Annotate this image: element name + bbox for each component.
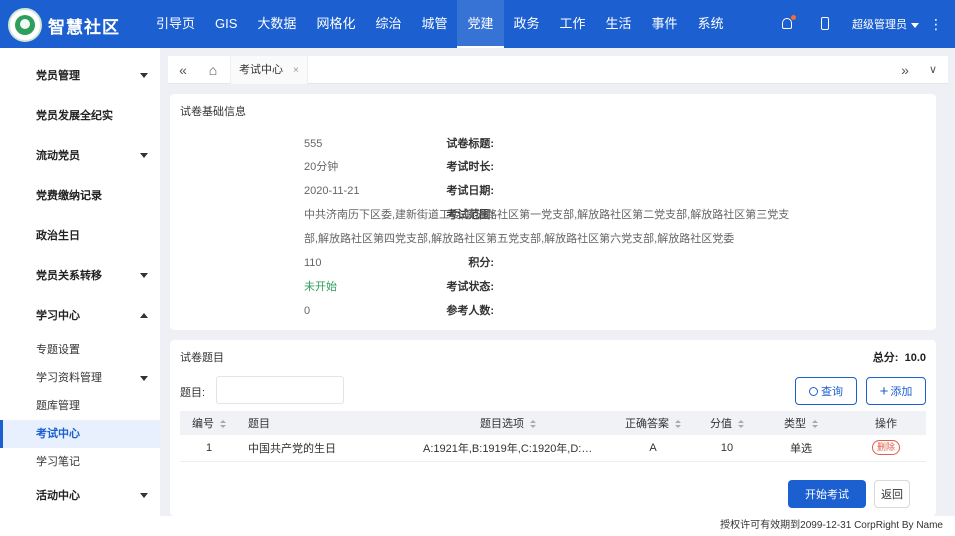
col-type[interactable]: 类型 bbox=[756, 411, 846, 435]
nav-government[interactable]: 政务 bbox=[504, 0, 550, 48]
search-label: 题目: bbox=[180, 387, 206, 399]
more-vertical-icon[interactable]: ⋮ bbox=[927, 16, 945, 33]
mobile-icon[interactable] bbox=[814, 13, 836, 35]
question-search-input[interactable] bbox=[216, 376, 344, 404]
double-chevron-left-icon[interactable]: « bbox=[172, 56, 194, 84]
chevron-down-icon bbox=[140, 493, 148, 498]
sidebar-item-political-birthday[interactable]: 政治生日 bbox=[0, 216, 160, 256]
home-icon[interactable]: ⌂ bbox=[202, 56, 224, 84]
sidebar-item-exam-center[interactable]: 考试中心 bbox=[0, 420, 160, 448]
sort-icon bbox=[220, 419, 226, 429]
sort-icon bbox=[812, 419, 818, 429]
sidebar-item-learning-center[interactable]: 学习中心 bbox=[0, 296, 160, 336]
main-nav: 引导页 GIS 大数据 网格化 综治 城管 党建 政务 工作 生活 事件 系统 bbox=[146, 0, 734, 48]
sidebar: 党员管理 党员发展全纪实 流动党员 党费缴纳记录 政治生日 党员关系转移 学习中… bbox=[0, 48, 160, 536]
sort-icon bbox=[675, 419, 681, 429]
cell-options: A:1921年,B:1919年,C:1920年,D:1922年 bbox=[408, 435, 608, 462]
chevron-down-icon bbox=[140, 153, 148, 158]
sort-icon bbox=[530, 419, 536, 429]
status-badge: 未开始 bbox=[304, 281, 337, 293]
col-number[interactable]: 编号 bbox=[180, 411, 238, 435]
sidebar-item-member-development[interactable]: 党员发展全纪实 bbox=[0, 96, 160, 136]
close-icon[interactable]: × bbox=[293, 65, 299, 76]
search-icon bbox=[809, 386, 818, 396]
tab-exam-center[interactable]: 考试中心 × bbox=[230, 56, 308, 84]
cell-answer: A bbox=[608, 435, 698, 462]
cell-type: 单选 bbox=[756, 435, 846, 462]
table-row: 1 中国共产党的生日 A:1921年,B:1919年,C:1920年,D:192… bbox=[180, 435, 926, 462]
nav-urban-management[interactable]: 城管 bbox=[411, 0, 457, 48]
tab-bar: « ⌂ 考试中心 × » ∨ bbox=[168, 56, 948, 84]
cell-actions: 删除 bbox=[846, 435, 926, 462]
col-options[interactable]: 题目选项 bbox=[408, 411, 608, 435]
sort-icon bbox=[738, 419, 744, 429]
nav-events[interactable]: 事件 bbox=[642, 0, 688, 48]
cell-score: 10 bbox=[698, 435, 756, 462]
nav-gis[interactable]: GIS bbox=[205, 0, 247, 48]
cell-question: 中国共产党的生日 bbox=[238, 435, 408, 462]
sidebar-item-member-management[interactable]: 党员管理 bbox=[0, 56, 160, 96]
col-score[interactable]: 分值 bbox=[698, 411, 756, 435]
user-menu[interactable]: 超级管理员 bbox=[852, 16, 919, 32]
table-header-row: 编号 题目 题目选项 正确答案 分值 类型 操作 bbox=[180, 411, 926, 435]
user-name: 超级管理员 bbox=[852, 19, 907, 31]
chevron-down-icon bbox=[140, 376, 148, 381]
plus-icon: + bbox=[879, 382, 889, 400]
exam-questions-card: 试卷题目 总分: 10.0 题目: 查询 + 添加 编号 题目 题目选项 正确答案… bbox=[170, 340, 936, 516]
sidebar-item-question-bank[interactable]: 题库管理 bbox=[0, 392, 160, 420]
col-question: 题目 bbox=[238, 411, 408, 435]
nav-party-building[interactable]: 党建 bbox=[457, 0, 504, 48]
brand-title: 智慧社区 bbox=[48, 18, 120, 37]
sidebar-item-study-notes[interactable]: 学习笔记 bbox=[0, 448, 160, 476]
logo-icon bbox=[8, 8, 42, 42]
chevron-down-icon bbox=[140, 73, 148, 78]
delete-button[interactable]: 删除 bbox=[871, 440, 900, 456]
top-right-tools: 超级管理员 ⋮ bbox=[768, 0, 955, 48]
sidebar-item-relation-transfer[interactable]: 党员关系转移 bbox=[0, 256, 160, 296]
total-score: 总分: 10.0 bbox=[872, 352, 926, 364]
nav-comprehensive[interactable]: 综治 bbox=[365, 0, 411, 48]
nav-grid[interactable]: 网格化 bbox=[306, 0, 365, 48]
double-chevron-right-icon[interactable]: » bbox=[894, 56, 916, 84]
sidebar-item-activity-center[interactable]: 活动中心 bbox=[0, 476, 160, 516]
col-actions: 操作 bbox=[846, 411, 926, 435]
footer-license: 授权许可有效期到2099-12-31 CorpRight By Name bbox=[160, 516, 955, 536]
col-answer[interactable]: 正确答案 bbox=[608, 411, 698, 435]
sidebar-item-topic-settings[interactable]: 专题设置 bbox=[0, 336, 160, 364]
nav-system[interactable]: 系统 bbox=[688, 0, 734, 48]
questions-table: 编号 题目 题目选项 正确答案 分值 类型 操作 1 中国共产党的生日 A:19… bbox=[180, 411, 926, 462]
nav-life[interactable]: 生活 bbox=[596, 0, 642, 48]
chevron-down-icon[interactable]: ∨ bbox=[922, 56, 944, 84]
questions-title: 试卷题目 bbox=[180, 352, 224, 364]
nav-work[interactable]: 工作 bbox=[550, 0, 596, 48]
sidebar-item-learning-materials[interactable]: 学习资料管理 bbox=[0, 364, 160, 392]
add-button[interactable]: + 添加 bbox=[866, 377, 926, 405]
nav-guide[interactable]: 引导页 bbox=[146, 0, 205, 48]
chevron-up-icon bbox=[140, 313, 148, 318]
start-exam-button[interactable]: 开始考试 bbox=[788, 480, 866, 508]
exam-info-card: 试卷基础信息 试卷标题: 555 考试时长: 20分钟 考试日期: 2020-1… bbox=[170, 94, 936, 330]
back-button[interactable]: 返回 bbox=[874, 480, 910, 508]
caret-down-icon bbox=[911, 22, 919, 28]
top-bar: 智慧社区 引导页 GIS 大数据 网格化 综治 城管 党建 政务 工作 生活 事… bbox=[0, 0, 955, 48]
sidebar-item-mobile-members[interactable]: 流动党员 bbox=[0, 136, 160, 176]
bell-icon[interactable] bbox=[776, 13, 798, 35]
cell-number: 1 bbox=[180, 435, 238, 462]
sidebar-item-dues-records[interactable]: 党费缴纳记录 bbox=[0, 176, 160, 216]
exam-info-title: 试卷基础信息 bbox=[180, 106, 246, 118]
nav-big-data[interactable]: 大数据 bbox=[247, 0, 306, 48]
query-button[interactable]: 查询 bbox=[795, 377, 857, 405]
chevron-down-icon bbox=[140, 273, 148, 278]
